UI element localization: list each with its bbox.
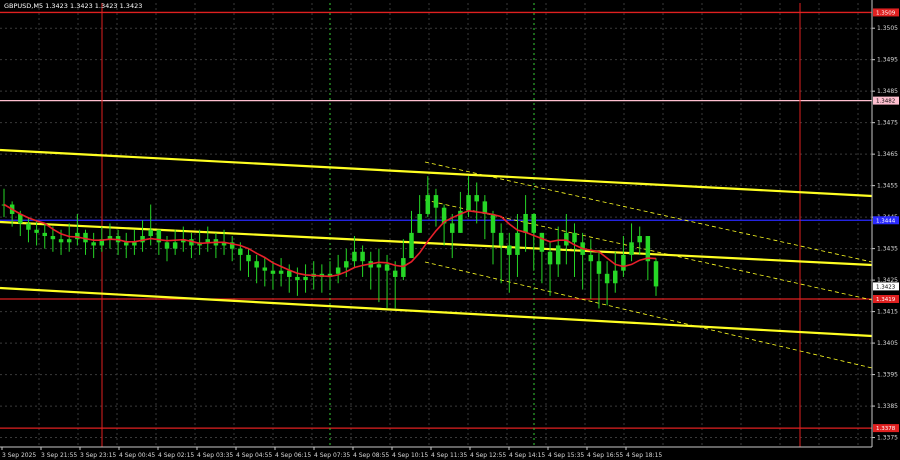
candle-body xyxy=(303,276,308,281)
time-tick-label: 4 Sep 00:45 xyxy=(119,452,155,459)
price-tick-label: 1.3415 xyxy=(877,309,898,316)
candle-body xyxy=(613,270,618,284)
candle-body xyxy=(246,254,251,262)
candle-body xyxy=(238,248,243,255)
candle-body xyxy=(262,267,268,271)
price-tick-label: 1.3465 xyxy=(877,151,898,158)
candle-body xyxy=(596,261,602,274)
candle-body xyxy=(515,232,520,255)
time-tick-label: 4 Sep 18:15 xyxy=(626,452,662,459)
candle-body xyxy=(50,236,56,240)
candle-body xyxy=(653,261,659,287)
price-tick-label: 1.3475 xyxy=(877,120,898,127)
candle-body xyxy=(360,251,365,262)
candle-body xyxy=(172,242,178,249)
candle-body xyxy=(531,213,536,233)
candle-body xyxy=(523,213,528,233)
time-tick-label: 4 Sep 16:55 xyxy=(587,452,623,459)
candle-body xyxy=(555,245,561,265)
time-tick-label: 4 Sep 02:15 xyxy=(158,452,194,459)
time-tick-label: 4 Sep 11:35 xyxy=(431,452,467,459)
plot-background xyxy=(0,0,900,460)
candle-body xyxy=(295,276,300,281)
time-tick-label: 4 Sep 14:15 xyxy=(509,452,545,459)
price-tick-label: 1.3405 xyxy=(877,340,898,347)
candle-body xyxy=(564,232,569,246)
time-tick-label: 4 Sep 08:55 xyxy=(353,452,389,459)
candle-body xyxy=(124,242,129,246)
time-tick-label: 3 Sep 23:15 xyxy=(80,452,116,459)
candle-body xyxy=(433,195,439,208)
candle-body xyxy=(148,229,153,237)
price-tag-label: 1.3378 xyxy=(876,426,896,432)
time-tick-label: 4 Sep 10:15 xyxy=(392,452,428,459)
candle-body xyxy=(588,254,594,262)
price-chart: 1.3505 1.3495 1.3485 1.3475 1.3465 1.3455 1.34… xyxy=(0,0,900,460)
candle-body xyxy=(132,242,137,246)
price-tick-label: 1.3495 xyxy=(877,57,898,64)
candle-body xyxy=(352,251,357,262)
candle-body xyxy=(409,232,414,259)
price-tick-label: 1.3395 xyxy=(877,372,898,379)
candle-body xyxy=(278,270,284,274)
price-tag-label: 1.3423 xyxy=(876,284,896,290)
candle-body xyxy=(417,213,422,233)
candle-body xyxy=(26,223,31,230)
time-tick-label: 4 Sep 04:55 xyxy=(236,452,272,459)
candle-body xyxy=(490,213,496,233)
candle-body xyxy=(42,232,47,237)
candle-body xyxy=(34,229,39,233)
candle-body xyxy=(335,267,341,274)
candle-body xyxy=(205,239,210,243)
candle-body xyxy=(425,195,431,214)
candle-body xyxy=(58,239,64,243)
price-tick-label: 1.3375 xyxy=(877,435,898,442)
time-tick-label: 4 Sep 15:35 xyxy=(548,452,584,459)
candle-body xyxy=(254,261,259,268)
candle-body xyxy=(507,245,512,255)
price-tick-label: 1.3505 xyxy=(877,25,898,32)
candle-body xyxy=(75,232,80,240)
price-tag-label: 1.3419 xyxy=(876,297,896,303)
candle-body xyxy=(539,232,545,252)
candle-body xyxy=(604,273,610,284)
candle-body xyxy=(637,236,642,243)
candle-body xyxy=(66,239,72,243)
price-tick-label: 1.3385 xyxy=(877,403,898,410)
candle-body xyxy=(621,254,626,271)
time-tick-label: 4 Sep 03:35 xyxy=(197,452,233,459)
candle-body xyxy=(270,270,276,274)
time-tick-label: 4 Sep 12:55 xyxy=(470,452,506,459)
candle-body xyxy=(384,264,390,271)
candle-body xyxy=(376,264,382,268)
candle-body xyxy=(287,270,292,277)
price-tick-label: 1.3435 xyxy=(877,246,898,253)
time-tick-label: 3 Sep 2025 xyxy=(2,452,36,459)
price-tag-label: 1.3509 xyxy=(876,10,896,16)
candle-body xyxy=(629,242,634,255)
candle-body xyxy=(547,251,553,265)
candle-body xyxy=(474,195,479,202)
candle-body xyxy=(392,270,398,277)
price-tag-label: 1.3482 xyxy=(876,99,895,105)
time-tick-label: 4 Sep 06:15 xyxy=(275,452,311,459)
candle-body xyxy=(401,258,406,277)
candle-body xyxy=(164,242,170,249)
price-tick-label: 1.3485 xyxy=(877,88,898,95)
candle-body xyxy=(91,242,96,246)
price-tag-label: 1.3444 xyxy=(876,218,896,224)
candle-body xyxy=(498,232,504,246)
chart-title: GBPUSD,M5 1.3423 1.3423 1.3423 1.3423 xyxy=(4,2,142,10)
time-tick-label: 4 Sep 07:35 xyxy=(314,452,350,459)
time-tick-label: 3 Sep 21:55 xyxy=(41,452,77,459)
candle-body xyxy=(466,195,471,211)
price-tick-label: 1.3455 xyxy=(877,183,898,190)
candle-body xyxy=(450,223,455,233)
candle-body xyxy=(572,232,577,243)
candle-body xyxy=(344,261,349,268)
